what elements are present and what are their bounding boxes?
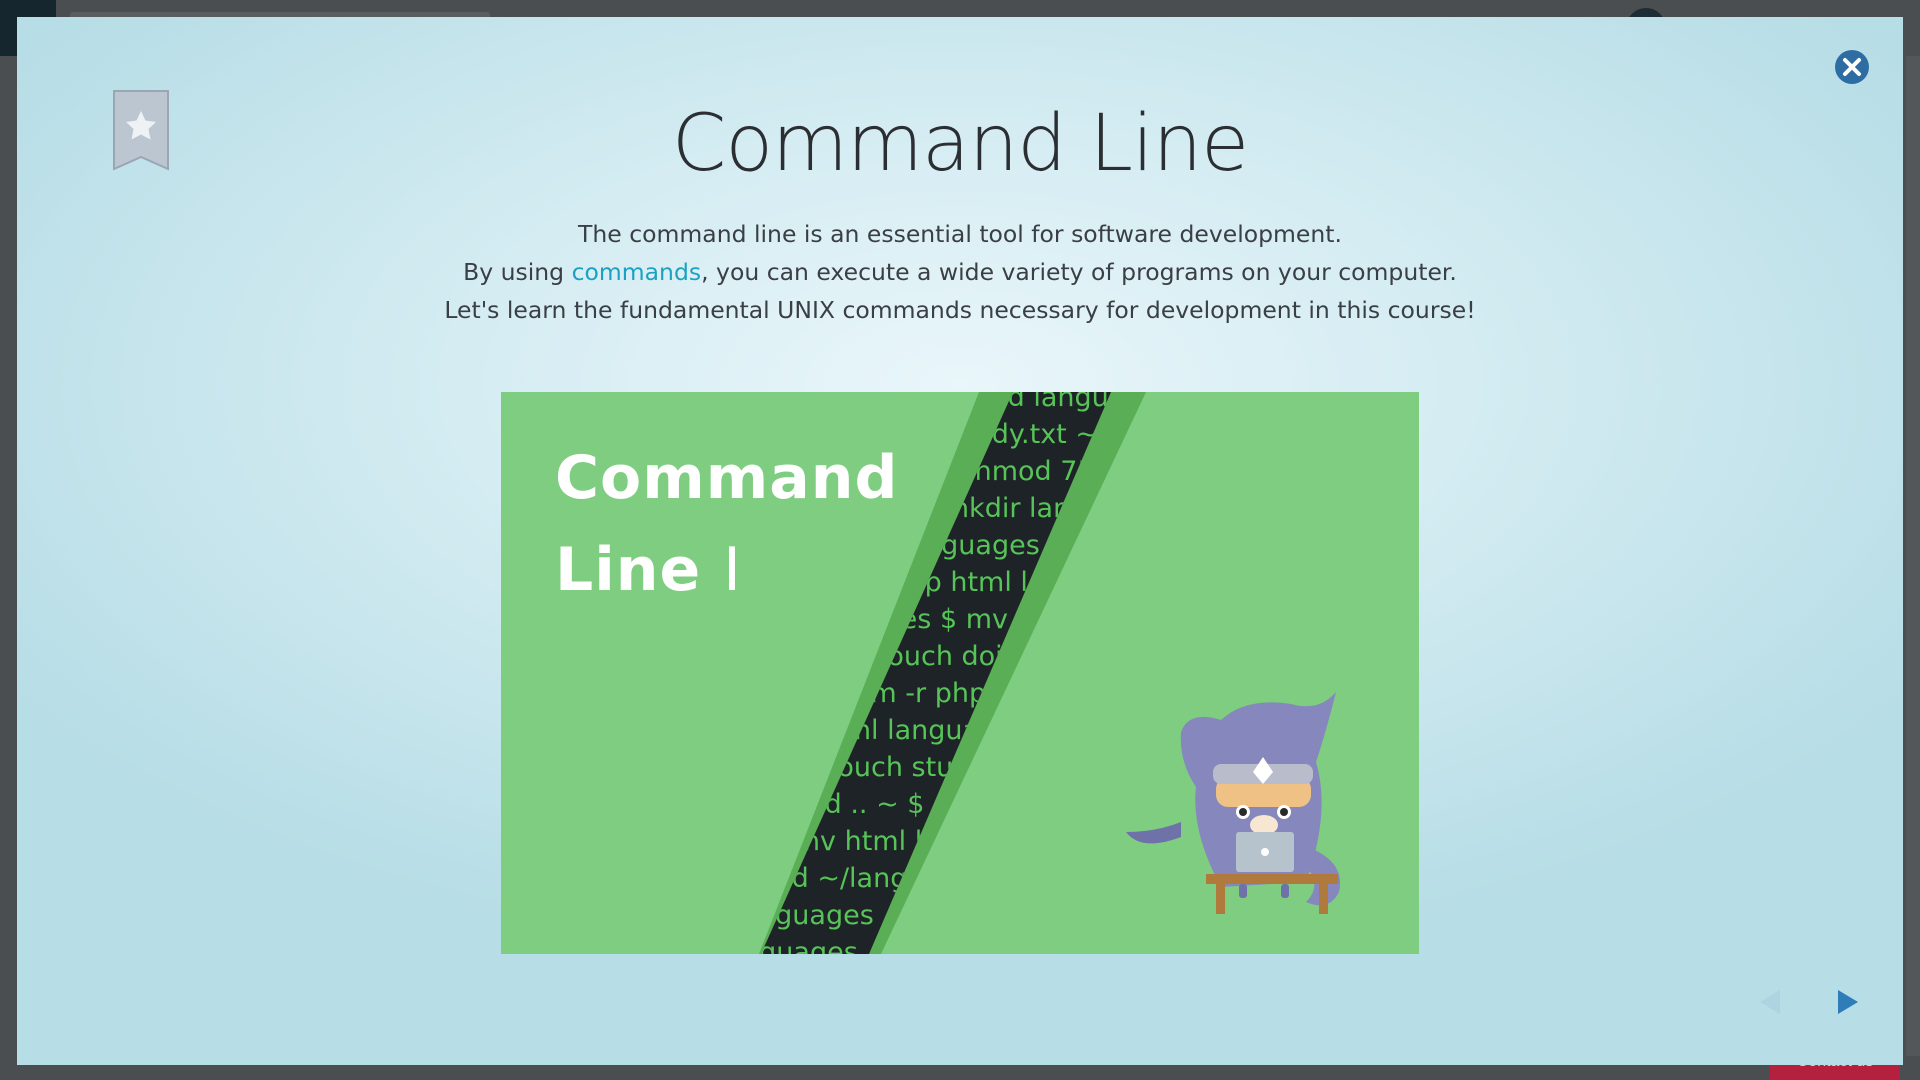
hero-title-line-2: Line I [555,524,898,616]
course-hero-image: $ cd languages study.txt ~ $ less s $ chmo… [501,392,1419,954]
hero-title-line-2-text: Line [555,535,702,605]
hero-title: Command Line I [555,432,898,616]
triangle-left-icon [1760,990,1780,1014]
description-line-2-prefix: By using [463,258,572,286]
description-line-3: Let's learn the fundamental UNIX command… [444,296,1476,324]
close-circle-icon [1835,50,1869,84]
course-description: The command line is an essential tool fo… [17,215,1903,329]
page-title: Command Line [671,99,1249,189]
triangle-right-icon [1838,990,1858,1014]
hero-title-line-1: Command [555,443,899,513]
description-line-2: By using commands, you can execute a wid… [17,253,1903,291]
text-cursor-icon: I [723,535,742,605]
previous-button[interactable] [1752,984,1788,1020]
description-line-2-suffix: , you can execute a wide variety of prog… [701,258,1457,286]
description-line-1: The command line is an essential tool fo… [578,220,1342,248]
course-intro-modal: Command Line The command line is an esse… [17,17,1903,1065]
next-button[interactable] [1830,984,1866,1020]
background-scrollbar [1906,56,1920,1056]
close-button[interactable] [1834,49,1870,85]
commands-link[interactable]: commands [572,258,702,286]
